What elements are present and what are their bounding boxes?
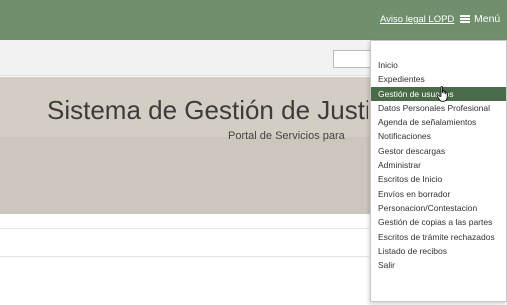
top-header-bar: Aviso legal LOPD Menú xyxy=(0,0,507,40)
menu-label: Menú xyxy=(474,13,501,25)
hamburger-icon xyxy=(460,15,470,23)
menu-item-envios-borrador[interactable]: Envíos en borrador xyxy=(371,187,506,201)
hero-background-shade xyxy=(0,137,370,214)
menu-item-agenda[interactable]: Agenda de señalamientos xyxy=(371,115,506,129)
menu-item-escritos-inicio[interactable]: Escritos de Inicio xyxy=(371,172,506,186)
app-page: Aviso legal LOPD Menú Sistema de Gestión… xyxy=(0,0,507,305)
divider xyxy=(0,228,369,229)
search-input[interactable] xyxy=(333,50,373,68)
menu-item-listado-recibos[interactable]: Listado de recibos xyxy=(371,244,506,258)
menu-item-datos-personales[interactable]: Datos Personales Profesional xyxy=(371,101,506,115)
menu-item-notificaciones[interactable]: Notificaciones xyxy=(371,129,506,143)
menu-item-salir[interactable]: Salir xyxy=(371,258,506,272)
divider xyxy=(0,256,369,257)
menu-item-administrar[interactable]: Administrar xyxy=(371,158,506,172)
menu-item-expedientes[interactable]: Expedientes xyxy=(371,72,506,86)
menu-item-personacion[interactable]: Personacion/Contestacion xyxy=(371,201,506,215)
menu-item-gestion-copias[interactable]: Gestión de copias a las partes xyxy=(371,215,506,229)
page-title: Sistema de Gestión de Justicia xyxy=(47,95,368,125)
menu-item-escritos-rechazados[interactable]: Escritos de trámite rechazados xyxy=(371,230,506,244)
menu-item-inicio[interactable]: Inicio xyxy=(371,58,506,72)
hand-cursor-icon xyxy=(436,86,448,102)
legal-notice-link[interactable]: Aviso legal LOPD xyxy=(380,14,454,25)
menu-button[interactable]: Menú xyxy=(460,12,500,26)
page-subtitle: Portal de Servicios para xyxy=(228,130,345,142)
menu-item-gestor-descargas[interactable]: Gestor descargas xyxy=(371,144,506,158)
main-menu-dropdown: Inicio Expedientes Gestión de usuarios D… xyxy=(370,40,507,302)
